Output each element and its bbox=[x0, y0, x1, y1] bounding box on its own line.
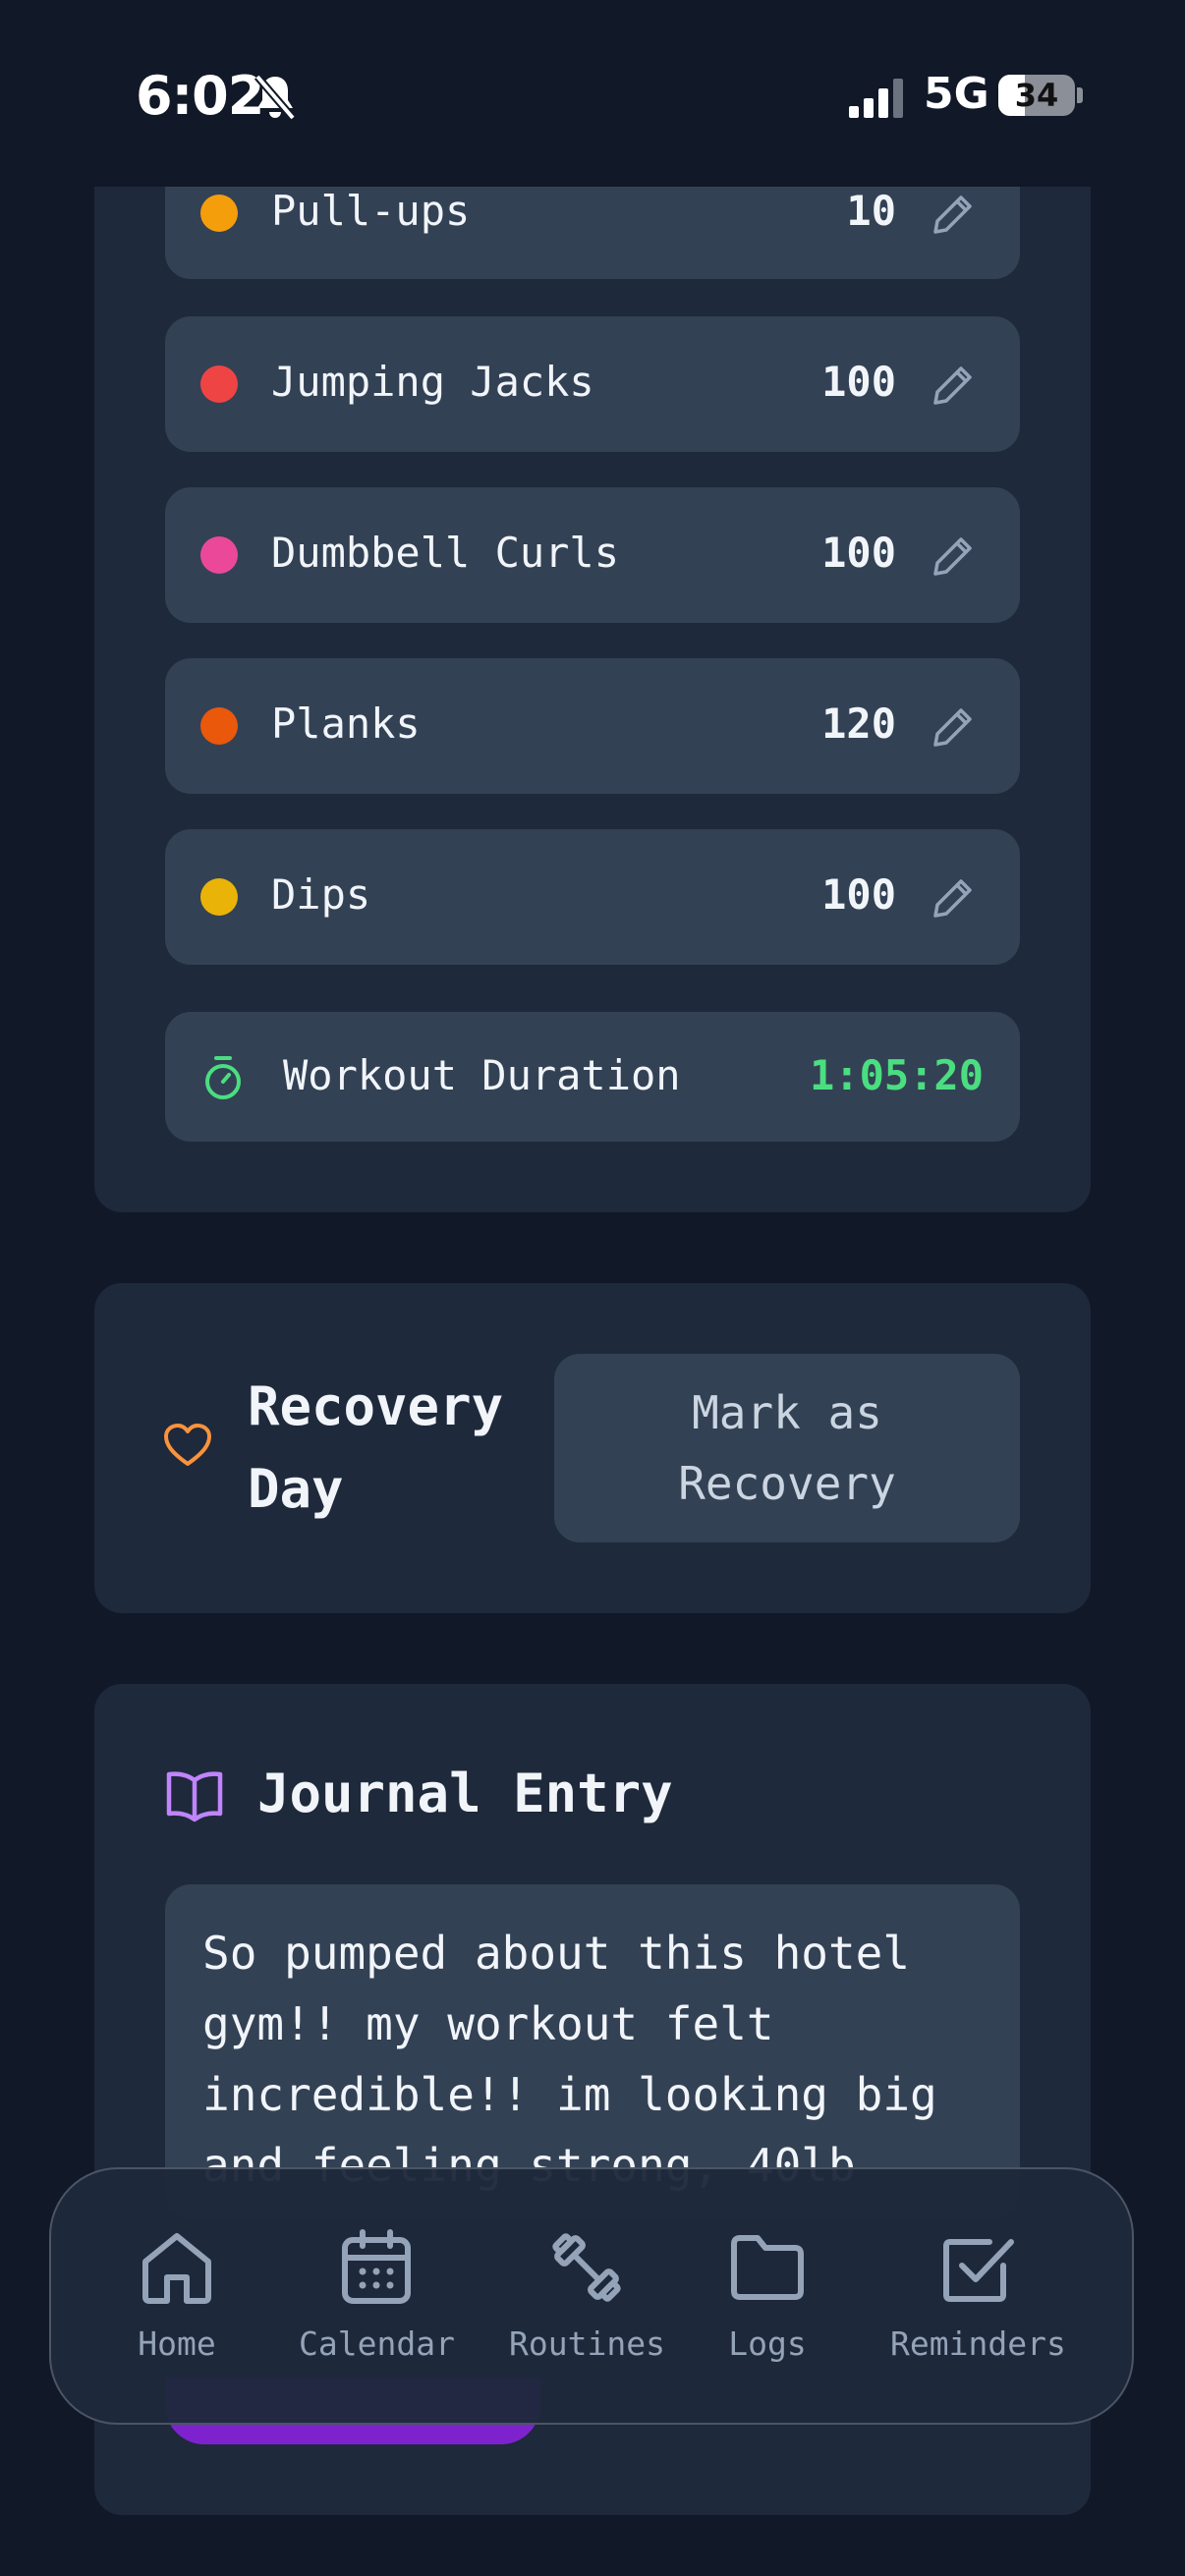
bottom-nav: Home Calendar Routines Logs Reminders bbox=[49, 2167, 1134, 2425]
journal-title: Journal Entry bbox=[257, 1763, 673, 1824]
nav-label: Logs bbox=[728, 2324, 807, 2363]
exercise-color-dot bbox=[200, 707, 238, 745]
mark-as-recovery-button[interactable]: Mark as Recovery bbox=[554, 1354, 1020, 1542]
bell-muted-icon bbox=[254, 74, 297, 121]
edit-pencil-icon[interactable] bbox=[931, 193, 975, 236]
status-time: 6:02 bbox=[136, 65, 264, 127]
dumbbell-icon bbox=[552, 2233, 622, 2302]
exercise-row[interactable]: Dips 100 bbox=[165, 829, 1020, 965]
edit-pencil-icon[interactable] bbox=[931, 364, 975, 407]
exercise-name: Pull-ups bbox=[271, 187, 471, 235]
nav-calendar[interactable]: Calendar bbox=[299, 2228, 455, 2363]
edit-pencil-icon[interactable] bbox=[931, 876, 975, 920]
exercise-row[interactable]: Jumping Jacks 100 bbox=[165, 316, 1020, 452]
workout-duration-row: Workout Duration 1:05:20 bbox=[165, 1012, 1020, 1142]
exercise-count: 10 bbox=[846, 187, 896, 235]
checkbox-icon bbox=[943, 2239, 1015, 2302]
nav-logs[interactable]: Logs bbox=[728, 2228, 807, 2363]
battery-percent: 34 bbox=[1014, 77, 1059, 114]
heart-icon bbox=[164, 1424, 211, 1466]
battery-tip bbox=[1077, 87, 1083, 103]
nav-routines[interactable]: Routines bbox=[509, 2228, 665, 2363]
exercise-count: 100 bbox=[821, 358, 896, 406]
nav-home[interactable]: Home bbox=[138, 2228, 216, 2363]
nav-label: Calendar bbox=[299, 2324, 455, 2363]
exercise-count: 100 bbox=[821, 529, 896, 577]
edit-pencil-icon[interactable] bbox=[931, 534, 975, 578]
book-open-icon bbox=[166, 1771, 223, 1822]
battery-indicator: 34 bbox=[998, 75, 1075, 116]
exercise-name: Planks bbox=[271, 700, 421, 748]
calendar-icon bbox=[342, 2229, 412, 2304]
network-type: 5G bbox=[924, 69, 989, 119]
exercise-color-dot bbox=[200, 365, 238, 403]
duration-value: 1:05:20 bbox=[810, 1051, 985, 1099]
exercise-color-dot bbox=[200, 195, 238, 232]
exercise-count: 100 bbox=[821, 870, 896, 919]
duration-label: Workout Duration bbox=[283, 1051, 681, 1099]
journal-text: So pumped about this hotel gym!! my work… bbox=[202, 1927, 965, 2192]
exercise-name: Dips bbox=[271, 870, 371, 919]
home-icon bbox=[142, 2233, 211, 2304]
folder-icon bbox=[731, 2235, 804, 2300]
signal-icon bbox=[849, 79, 903, 118]
nav-reminders[interactable]: Reminders bbox=[890, 2228, 1066, 2363]
recovery-title: Recovery Day bbox=[248, 1375, 504, 1520]
exercise-row[interactable]: Planks 120 bbox=[165, 658, 1020, 794]
exercise-name: Dumbbell Curls bbox=[271, 529, 620, 577]
nav-label: Home bbox=[138, 2324, 216, 2363]
edit-pencil-icon[interactable] bbox=[931, 705, 975, 749]
exercise-row[interactable]: Dumbbell Curls 100 bbox=[165, 487, 1020, 623]
exercise-color-dot bbox=[200, 536, 238, 574]
exercise-color-dot bbox=[200, 878, 238, 916]
stopwatch-icon bbox=[205, 1056, 241, 1099]
exercise-count: 120 bbox=[821, 700, 896, 748]
nav-label: Routines bbox=[509, 2324, 665, 2363]
nav-label: Reminders bbox=[890, 2324, 1066, 2363]
exercise-name: Jumping Jacks bbox=[271, 358, 594, 406]
